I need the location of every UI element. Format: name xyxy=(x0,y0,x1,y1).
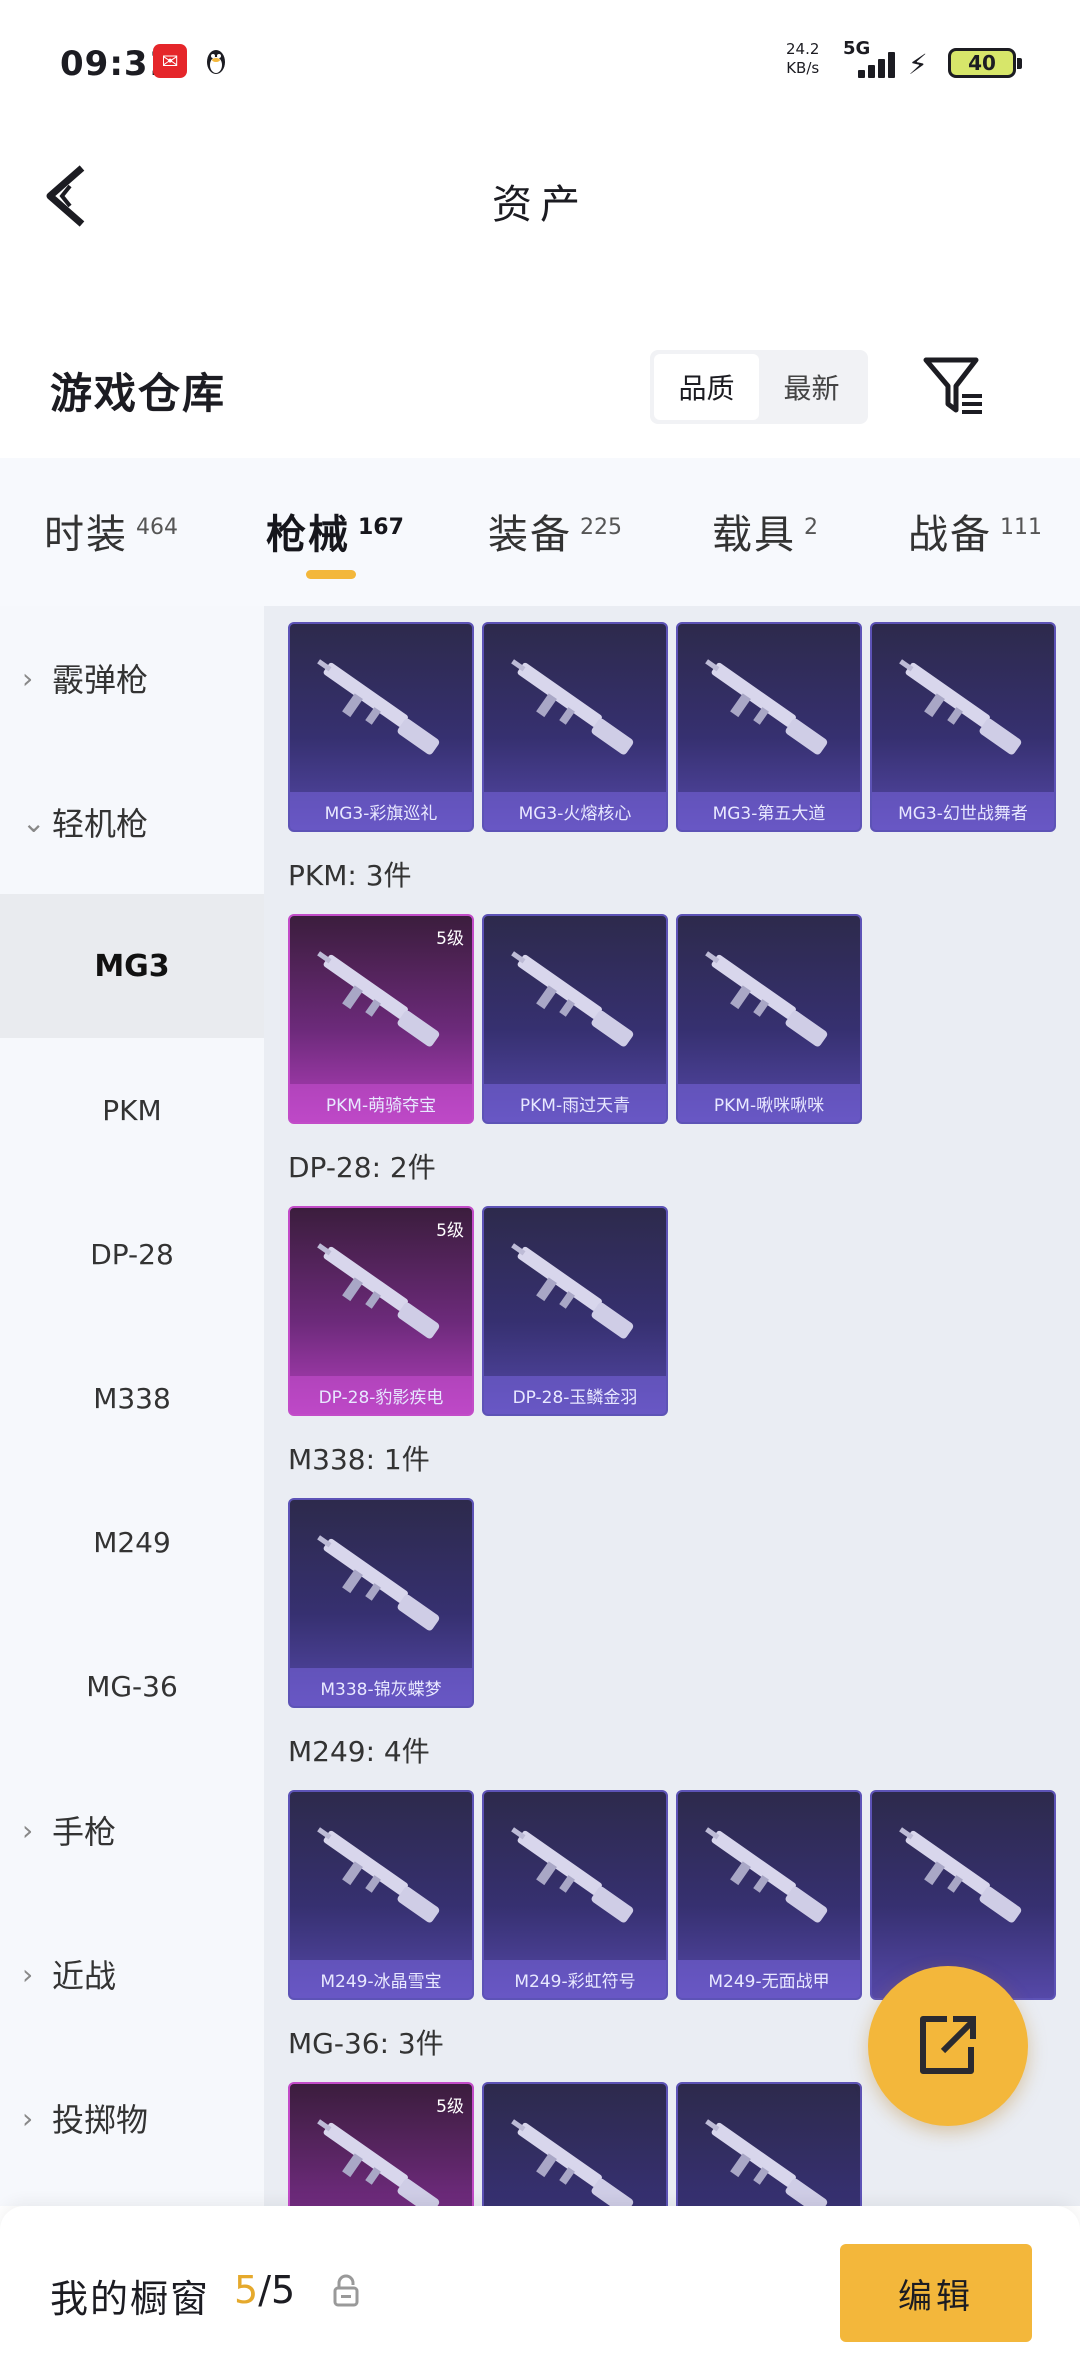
weapon-image xyxy=(317,1243,440,1339)
tab-supplies[interactable]: 战备 111 xyxy=(908,502,1042,560)
weapon-image xyxy=(317,951,440,1047)
weapon-image xyxy=(317,2119,440,2206)
filter-icon[interactable] xyxy=(920,352,986,418)
item-card[interactable]: MG3-彩旗巡礼 xyxy=(288,622,474,832)
item-name: M249-无面战甲 xyxy=(678,1960,860,1998)
sidebar-item-throwable[interactable]: › 投掷物 xyxy=(0,2046,264,2190)
item-card[interactable]: PKM-啾咪啾咪 xyxy=(676,914,862,1124)
group-title: M249: 4件 xyxy=(288,1735,430,1768)
edit-button[interactable]: 编辑 xyxy=(840,2244,1032,2342)
group-title: M338: 1件 xyxy=(288,1443,430,1476)
penguin-app-icon xyxy=(207,50,225,74)
item-card[interactable] xyxy=(482,2082,668,2206)
item-name: MG3-彩旗巡礼 xyxy=(290,792,472,830)
category-tabs: 时装 464 枪械 167 装备 225 载具 2 战备 111 xyxy=(0,458,1080,606)
sidebar: › 霰弹枪 ⌄ 轻机枪 MG3 PKM DP-28 M338 M249 MG-36 … xyxy=(0,606,264,2206)
tab-guns[interactable]: 枪械 167 xyxy=(266,502,404,560)
tier-badge: 5级 xyxy=(436,1221,464,1241)
tab-fashion[interactable]: 时装 464 xyxy=(44,502,178,560)
group-title: PKM: 3件 xyxy=(288,859,412,892)
item-name: MG3-幻世战舞者 xyxy=(872,792,1054,830)
weapon-image xyxy=(899,659,1022,755)
item-card[interactable]: MG3-第五大道 xyxy=(676,622,862,832)
weapon-image xyxy=(317,1827,440,1923)
item-card[interactable]: DP-28-玉鳞金羽 xyxy=(482,1206,668,1416)
tab-vehicles[interactable]: 载具 2 xyxy=(712,502,818,560)
group-title: DP-28: 2件 xyxy=(288,1151,436,1184)
bottom-bar: 我的橱窗 5/5 编辑 xyxy=(0,2206,1080,2376)
item-name: PKM-雨过天青 xyxy=(484,1084,666,1122)
weapon-image xyxy=(705,2119,828,2206)
item-name: M338-锦灰蝶梦 xyxy=(290,1668,472,1706)
lock-icon xyxy=(333,2274,359,2307)
share-button[interactable] xyxy=(868,1966,1028,2126)
status-bar: 09:31 ✉ 24.2 KB/s 5G ⚡ 40 xyxy=(0,0,1080,128)
weapon-image xyxy=(317,659,440,755)
group-title: MG-36: 3件 xyxy=(288,2027,444,2060)
item-card[interactable]: 5级 xyxy=(288,2082,474,2206)
sidebar-item-shotgun[interactable]: › 霰弹枪 xyxy=(0,606,264,750)
weapon-image xyxy=(705,1827,828,1923)
item-name: PKM-啾咪啾咪 xyxy=(678,1084,860,1122)
item-card[interactable]: 5级 PKM-萌骑夺宝 xyxy=(288,914,474,1124)
sidebar-sub-m249[interactable]: M249 xyxy=(0,1470,264,1614)
weapon-image xyxy=(511,951,634,1047)
item-card[interactable]: M249-无面战甲 xyxy=(676,1790,862,2000)
notification-app-icon: ✉ xyxy=(153,44,187,78)
item-card[interactable]: MG3-幻世战舞者 xyxy=(870,622,1056,832)
active-tab-indicator xyxy=(306,570,356,579)
weapon-image xyxy=(511,1243,634,1339)
tier-badge: 5级 xyxy=(436,2097,464,2117)
sidebar-sub-m338[interactable]: M338 xyxy=(0,1326,264,1470)
chevron-right-icon: › xyxy=(22,661,34,695)
sidebar-sub-mg3[interactable]: MG3 xyxy=(0,894,264,1038)
chevron-right-icon: › xyxy=(22,2101,34,2135)
weapon-image xyxy=(511,1827,634,1923)
item-name: DP-28-玉鳞金羽 xyxy=(484,1376,666,1414)
item-card[interactable]: PKM-雨过天青 xyxy=(482,914,668,1124)
item-card[interactable]: 5级 DP-28-豹影疾电 xyxy=(288,1206,474,1416)
item-name: PKM-萌骑夺宝 xyxy=(290,1084,472,1122)
item-name: M249-冰晶雪宝 xyxy=(290,1960,472,1998)
item-name: MG3-火熔核心 xyxy=(484,792,666,830)
showcase-label: 我的橱窗 xyxy=(50,2277,211,2321)
sort-toggle: 品质 最新 xyxy=(650,350,868,424)
weapon-image xyxy=(705,659,828,755)
item-name: DP-28-豹影疾电 xyxy=(290,1376,472,1414)
sidebar-sub-pkm[interactable]: PKM xyxy=(0,1038,264,1182)
weapon-image xyxy=(317,1535,440,1631)
chevron-down-icon: ⌄ xyxy=(22,805,46,839)
sidebar-sub-mg36[interactable]: MG-36 xyxy=(0,1614,264,1758)
charging-icon: ⚡ xyxy=(908,48,928,81)
weapon-image xyxy=(899,1827,1022,1923)
signal-icon xyxy=(858,52,900,78)
page-title: 资产 xyxy=(492,182,588,228)
share-icon xyxy=(920,2016,976,2074)
sidebar-item-melee[interactable]: › 近战 xyxy=(0,1902,264,2046)
sidebar-item-pistol[interactable]: › 手枪 xyxy=(0,1758,264,1902)
network-speed: 24.2 KB/s xyxy=(786,40,820,77)
item-card[interactable] xyxy=(676,2082,862,2206)
sidebar-sub-dp28[interactable]: DP-28 xyxy=(0,1182,264,1326)
battery-icon: 40 xyxy=(948,48,1022,78)
weapon-image xyxy=(511,2119,634,2206)
sidebar-item-lmg[interactable]: ⌄ 轻机枪 xyxy=(0,750,264,894)
item-card[interactable]: M249-冰晶雪宝 xyxy=(288,1790,474,2000)
chevron-right-icon: › xyxy=(22,1813,34,1847)
tab-gear[interactable]: 装备 225 xyxy=(488,502,622,560)
sort-newest-button[interactable]: 最新 xyxy=(759,354,864,420)
showcase-count: 5/5 xyxy=(234,2268,296,2312)
item-card[interactable]: M249-彩虹符号 xyxy=(482,1790,668,2000)
weapon-image xyxy=(511,659,634,755)
weapon-image xyxy=(705,951,828,1047)
warehouse-title: 游戏仓库 xyxy=(50,369,227,418)
tier-badge: 5级 xyxy=(436,929,464,949)
item-card[interactable]: MG3-火熔核心 xyxy=(482,622,668,832)
sort-quality-button[interactable]: 品质 xyxy=(654,354,759,420)
chevron-right-icon: › xyxy=(22,1957,34,1991)
item-card[interactable]: M338-锦灰蝶梦 xyxy=(288,1498,474,1708)
item-name: M249-彩虹符号 xyxy=(484,1960,666,1998)
item-name: MG3-第五大道 xyxy=(678,792,860,830)
